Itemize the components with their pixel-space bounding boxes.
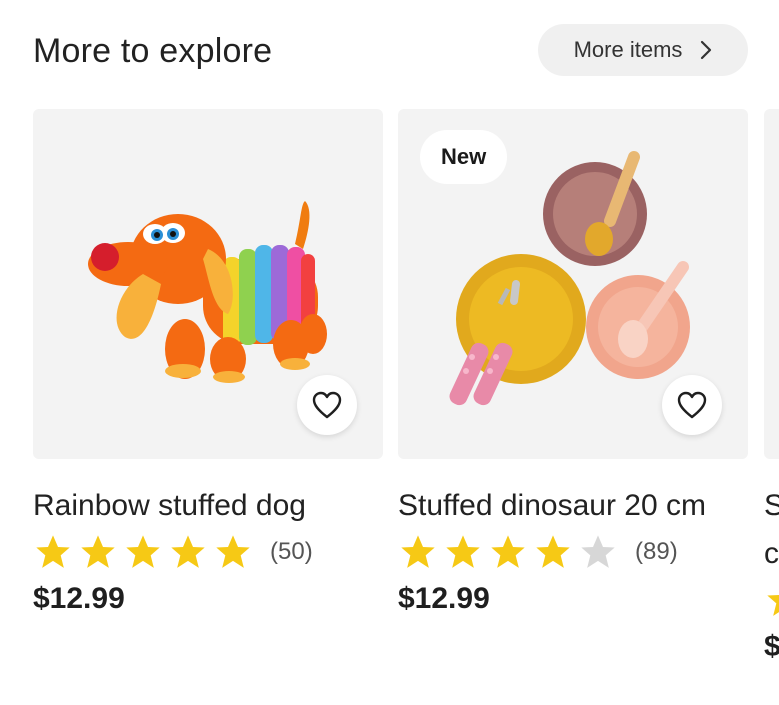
product-price: $12.99 (33, 582, 125, 615)
review-count: (50) (270, 538, 313, 565)
star-filled-icon (536, 535, 570, 568)
product-image[interactable]: New (398, 109, 748, 459)
section-header: More to explore More items (33, 24, 748, 76)
star-filled-icon (767, 595, 779, 616)
new-badge: New (420, 130, 508, 184)
product-title[interactable]: S c (764, 482, 779, 578)
product-card[interactable]: Rainbow stuffed dog (50) $12.99 (33, 109, 383, 616)
more-items-button[interactable]: More items (538, 24, 748, 76)
product-image[interactable] (764, 109, 779, 459)
section-title: More to explore (33, 32, 273, 70)
heart-icon (677, 391, 707, 419)
product-price: $ (764, 630, 779, 663)
star-filled-icon (216, 535, 250, 568)
product-rating (764, 580, 779, 620)
star-filled-icon (36, 535, 70, 568)
product-rating: (50) (33, 532, 383, 572)
star-empty-icon (581, 535, 615, 568)
product-title[interactable]: Stuffed dinosaur 20 cm (398, 482, 748, 530)
product-card-partial[interactable]: S c $ (764, 109, 779, 664)
review-count: (89) (635, 538, 678, 565)
product-image[interactable] (33, 109, 383, 459)
star-filled-icon (401, 535, 435, 568)
star-filled-icon (491, 535, 525, 568)
star-filled-icon (81, 535, 115, 568)
product-price: $12.99 (398, 582, 490, 615)
product-title[interactable]: Rainbow stuffed dog (33, 482, 383, 530)
chevron-right-icon (701, 40, 712, 60)
favorite-button[interactable] (662, 375, 722, 435)
heart-icon (312, 391, 342, 419)
star-filled-icon (126, 535, 160, 568)
more-items-label: More items (573, 37, 683, 62)
favorite-button[interactable] (297, 375, 357, 435)
star-filled-icon (446, 535, 480, 568)
star-filled-icon (171, 535, 205, 568)
product-rating: (89) (398, 532, 748, 572)
product-card[interactable]: New Stuffed dinosaur 20 cm (89) $12.99 (398, 109, 748, 616)
